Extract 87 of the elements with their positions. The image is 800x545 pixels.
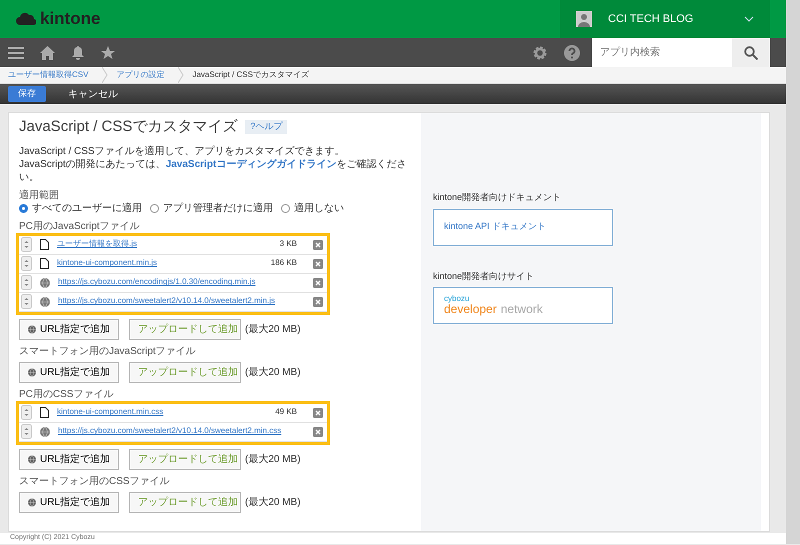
upload-button[interactable]: アップロードして追加 — [129, 362, 241, 382]
radio-label[interactable]: アプリ管理者だけに適用 — [163, 202, 273, 214]
breadcrumb-separator-icon — [102, 67, 108, 83]
cloud-icon — [16, 12, 36, 26]
globe-icon — [40, 296, 50, 306]
globe-icon — [28, 498, 36, 506]
file-link[interactable]: https://js.cybozu.com/sweetalert2/v10.14.0/sweetalert2.min.css — [58, 426, 282, 437]
logo-text: developer — [444, 302, 497, 316]
description-text: JavaScript / CSSファイルを適用して、アプリをカスタマイズできます。 — [19, 144, 346, 158]
guideline-link[interactable]: JavaScriptコーディングガイドライン — [166, 158, 336, 170]
settings-icon[interactable] — [532, 44, 548, 60]
reorder-handle-icon[interactable] — [21, 294, 32, 309]
radio-button[interactable] — [150, 204, 159, 212]
delete-icon[interactable] — [313, 296, 323, 306]
size-limit-text: (最大20 MB) — [245, 496, 301, 508]
help-link[interactable]: ?ヘルプ — [245, 120, 288, 134]
reorder-handle-icon[interactable] — [21, 424, 32, 439]
home-icon[interactable] — [40, 46, 55, 60]
section-title: PC用のJavaScriptファイル — [19, 220, 141, 232]
section-title: スマートフォン用のJavaScriptファイル — [19, 344, 197, 358]
search-icon — [744, 46, 758, 60]
search-button[interactable] — [732, 38, 770, 67]
add-url-button[interactable]: URL指定で追加 — [19, 362, 119, 382]
radio-label[interactable]: すべてのユーザーに適用 — [32, 202, 142, 214]
cancel-button[interactable]: キャンセル — [62, 86, 124, 102]
developer-site-link[interactable]: cybozu developer network — [433, 287, 613, 324]
globe-icon — [28, 454, 36, 464]
reorder-handle-icon[interactable] — [21, 275, 32, 290]
delete-icon[interactable] — [313, 258, 323, 268]
size-limit-text: (最大20 MB) — [245, 366, 301, 378]
delete-icon[interactable] — [313, 408, 323, 418]
star-icon[interactable] — [101, 46, 115, 60]
file-size: 186 KB — [270, 258, 297, 269]
add-url-button[interactable]: URL指定で追加 — [19, 492, 119, 512]
reorder-handle-icon[interactable] — [21, 237, 32, 252]
radio-button[interactable] — [281, 204, 290, 212]
help-icon[interactable] — [564, 44, 580, 60]
file-size: 49 KB — [275, 407, 297, 418]
page-title: JavaScript / CSSでカスタマイズ — [19, 117, 238, 136]
description-text: JavaScriptの開発にあたっては、JavaScriptコーディングガイドラインをご確認ください。 — [19, 158, 408, 184]
breadcrumb-current: JavaScript / CSSでカスタマイズ — [191, 69, 310, 81]
globe-icon — [28, 368, 36, 376]
radio-button[interactable] — [19, 204, 28, 212]
file-link[interactable]: ユーザー情報を取得.js — [57, 239, 137, 250]
logo-text: network — [500, 302, 543, 316]
logo-text: cybozu — [444, 294, 470, 303]
scope-label: 適用範囲 — [19, 188, 60, 202]
user-avatar-icon[interactable] — [576, 11, 592, 27]
file-icon — [40, 258, 49, 269]
file-icon — [40, 407, 49, 418]
size-limit-text: (最大20 MB) — [245, 322, 301, 336]
bell-icon[interactable] — [71, 46, 85, 60]
radio-label[interactable]: 適用しない — [294, 202, 344, 214]
file-link[interactable]: https://js.cybozu.com/sweetalert2/v10.14.0/sweetalert2.min.js — [58, 296, 275, 307]
delete-icon[interactable] — [313, 278, 323, 288]
upload-button[interactable]: アップロードして追加 — [129, 448, 241, 470]
save-button[interactable]: 保存 — [8, 86, 46, 102]
size-limit-text: (最大20 MB) — [245, 452, 301, 466]
globe-icon — [40, 278, 50, 288]
upload-button[interactable]: アップロードして追加 — [129, 492, 241, 512]
globe-icon — [40, 426, 50, 436]
globe-icon — [28, 324, 36, 334]
reorder-handle-icon[interactable] — [21, 405, 32, 420]
file-link[interactable]: kintone-ui-component.min.css — [57, 407, 164, 418]
file-size: 3 KB — [280, 239, 297, 250]
breadcrumb-link[interactable]: アプリの設定 — [108, 69, 178, 81]
breadcrumb-separator-icon — [178, 67, 184, 83]
delete-icon[interactable] — [313, 240, 323, 250]
delete-icon[interactable] — [313, 426, 323, 436]
reorder-handle-icon[interactable] — [21, 256, 32, 271]
scrollbar[interactable] — [786, 0, 800, 544]
file-icon — [40, 239, 49, 250]
section-title: スマートフォン用のCSSファイル — [19, 474, 171, 488]
search-field[interactable]: アプリ内検索 — [592, 38, 732, 67]
add-url-button[interactable]: URL指定で追加 — [19, 448, 119, 470]
add-url-button[interactable]: URL指定で追加 — [19, 318, 119, 340]
breadcrumb-link[interactable]: ユーザー情報取得CSV — [0, 69, 102, 81]
menu-icon[interactable] — [8, 46, 24, 60]
site-heading: kintone開発者向けサイト — [433, 270, 536, 282]
section-title: PC用のCSSファイル — [19, 388, 114, 400]
docs-link[interactable]: kintone API ドキュメント — [433, 208, 613, 246]
docs-heading: kintone開発者向けドキュメント — [433, 191, 562, 204]
logo[interactable]: kintone — [40, 6, 100, 32]
file-link[interactable]: https://js.cybozu.com/encodingjs/1.0.30/encoding.min.js — [58, 277, 256, 288]
upload-button[interactable]: アップロードして追加 — [129, 318, 241, 340]
file-link[interactable]: kintone-ui-component.min.js — [57, 258, 158, 269]
chevron-down-icon[interactable] — [744, 16, 754, 22]
